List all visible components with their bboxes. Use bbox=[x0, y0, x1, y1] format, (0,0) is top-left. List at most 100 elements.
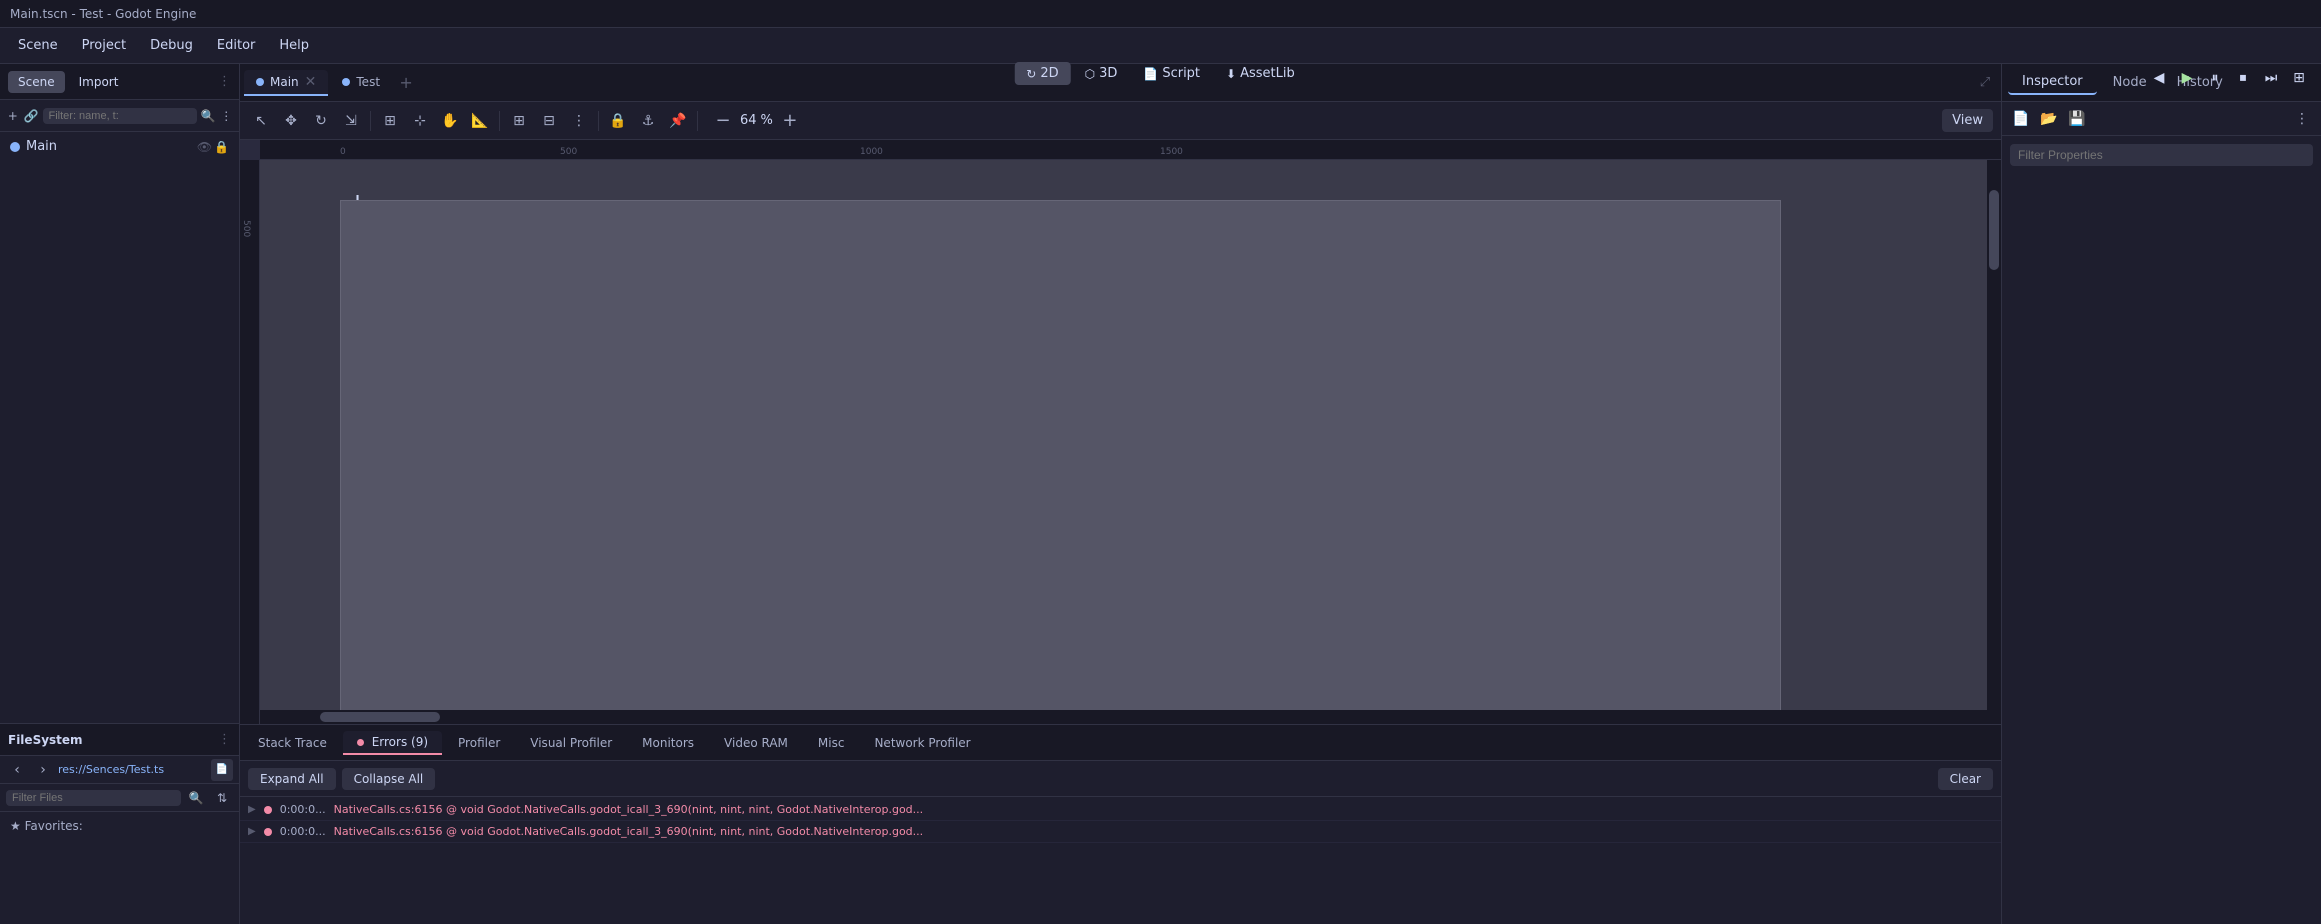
fs-search-icon[interactable]: 🔍 bbox=[185, 787, 207, 809]
canvas-area: 0 500 1000 1500 500 ✛ bbox=[240, 140, 2001, 724]
tab-misc[interactable]: Misc bbox=[804, 732, 859, 754]
add-tab-btn[interactable]: + bbox=[394, 71, 418, 95]
test-tab-dot bbox=[342, 78, 350, 86]
scene-content[interactable] bbox=[340, 200, 1781, 714]
scrollbar-vertical[interactable] bbox=[1987, 160, 2001, 724]
snap-grid-btn[interactable]: ⊞ bbox=[377, 108, 403, 134]
visibility-icon[interactable]: 👁 bbox=[197, 140, 212, 154]
mode-2d-btn[interactable]: ↻ 2D bbox=[1014, 62, 1070, 85]
tree-item-main[interactable]: Main 👁 🔒 bbox=[4, 136, 235, 157]
error-dot-0 bbox=[264, 806, 272, 814]
scene-panel: Scene Import ⋮ + 🔗 🔍 ⋮ Main 👁 🔒 bbox=[0, 64, 239, 724]
scale-tool-btn[interactable]: ⇲ bbox=[338, 108, 364, 134]
pan-tool-btn[interactable]: ✋ bbox=[437, 108, 463, 134]
tab-test[interactable]: Test bbox=[330, 71, 392, 95]
mode-3d-btn[interactable]: ⬡ 3D bbox=[1073, 62, 1130, 85]
ruler-tool-btn[interactable]: 📐 bbox=[467, 108, 493, 134]
menu-help[interactable]: Help bbox=[269, 34, 319, 57]
menu-editor[interactable]: Editor bbox=[207, 34, 265, 57]
mode-assetlib-btn[interactable]: ⬇ AssetLib bbox=[1214, 62, 1307, 85]
main-tab-close[interactable]: ✕ bbox=[305, 74, 317, 90]
toolbar-sep-3 bbox=[598, 111, 599, 131]
expand-all-btn[interactable]: Expand All bbox=[248, 768, 336, 790]
tab-main[interactable]: Main ✕ bbox=[244, 70, 328, 96]
menu-scene[interactable]: Scene bbox=[8, 34, 68, 57]
tab-monitors[interactable]: Monitors bbox=[628, 732, 708, 754]
prev-btn[interactable]: ◀ bbox=[2147, 66, 2171, 90]
group-btn[interactable]: ⊞ bbox=[506, 108, 532, 134]
anchor-btn[interactable]: ⚓ bbox=[635, 108, 661, 134]
move-tool-btn[interactable]: ✥ bbox=[278, 108, 304, 134]
more-btn[interactable]: ⋮ bbox=[566, 108, 592, 134]
zoom-out-btn[interactable]: − bbox=[710, 108, 736, 134]
scene-filter-input[interactable] bbox=[43, 108, 197, 124]
tab-import[interactable]: Import bbox=[69, 71, 129, 93]
link-btn[interactable]: 🔗 bbox=[24, 105, 39, 127]
scrollbar-horizontal[interactable] bbox=[260, 710, 1987, 724]
scrollbar-h-thumb[interactable] bbox=[320, 712, 440, 722]
clear-btn[interactable]: Clear bbox=[1938, 768, 1993, 790]
tab-video-ram[interactable]: Video RAM bbox=[710, 732, 802, 754]
transform-btn[interactable]: ⊹ bbox=[407, 108, 433, 134]
filter-properties-input[interactable] bbox=[2010, 144, 2313, 166]
fs-filter: 🔍 ⇅ bbox=[0, 784, 239, 812]
canvas-viewport[interactable]: ✛ bbox=[260, 160, 2001, 724]
fs-header: FileSystem ⋮ bbox=[0, 724, 239, 756]
rotate-tool-btn[interactable]: ↻ bbox=[308, 108, 334, 134]
fs-nav: ‹ › res://Sences/Test.ts 📄 bbox=[0, 756, 239, 784]
fs-forward-btn[interactable]: › bbox=[32, 759, 54, 781]
inspector-toolbar: 📄 📂 💾 ⋮ bbox=[2002, 102, 2321, 136]
select-tool-btn[interactable]: ↖ bbox=[248, 108, 274, 134]
tab-visual-profiler[interactable]: Visual Profiler bbox=[516, 732, 626, 754]
scene-options-btn[interactable]: ⋮ bbox=[219, 105, 233, 127]
fs-file-icon[interactable]: 📄 bbox=[211, 759, 233, 781]
fs-menu-btn[interactable]: ⋮ bbox=[218, 732, 231, 747]
insp-more-icon[interactable]: ⋮ bbox=[2291, 108, 2313, 130]
error-row-0[interactable]: ▶ 0:00:0... NativeCalls.cs:6156 @ void G… bbox=[240, 799, 2001, 821]
editor-toolbar: ↖ ✥ ↻ ⇲ ⊞ ⊹ ✋ 📐 ⊞ ⊟ ⋮ 🔒 ⚓ 📌 − 64 % + Vi bbox=[240, 102, 2001, 140]
lock-btn[interactable]: 🔒 bbox=[605, 108, 631, 134]
new-scene-icon[interactable]: 📄 bbox=[2010, 108, 2032, 130]
fs-sort-icon[interactable]: ⇅ bbox=[211, 787, 233, 809]
window-btn[interactable]: ⊞ bbox=[2287, 66, 2311, 90]
tab-network-profiler[interactable]: Network Profiler bbox=[860, 732, 984, 754]
main-node-dot bbox=[10, 142, 20, 152]
tab-errors[interactable]: Errors (9) bbox=[343, 731, 442, 755]
collapse-all-btn[interactable]: Collapse All bbox=[342, 768, 436, 790]
open-scene-icon[interactable]: 📂 bbox=[2038, 108, 2060, 130]
menu-debug[interactable]: Debug bbox=[140, 34, 203, 57]
tab-expand-btn[interactable]: ⤢ bbox=[1973, 71, 1997, 95]
scrollbar-v-thumb[interactable] bbox=[1989, 190, 1999, 270]
mode-script-btn[interactable]: 📄 Script bbox=[1131, 62, 1212, 85]
pin-btn[interactable]: 📌 bbox=[665, 108, 691, 134]
title-text: Main.tscn - Test - Godot Engine bbox=[10, 7, 196, 21]
save-scene-icon[interactable]: 💾 bbox=[2066, 108, 2088, 130]
scene-panel-menu[interactable]: ⋮ bbox=[218, 74, 231, 89]
stop-btn[interactable]: ⏹ bbox=[2231, 66, 2255, 90]
bottom-toolbar: Expand All Collapse All Clear bbox=[240, 761, 2001, 797]
play-btn[interactable]: ▶ bbox=[2175, 66, 2199, 90]
tab-profiler[interactable]: Profiler bbox=[444, 732, 514, 754]
next-btn[interactable]: ⏭ bbox=[2259, 66, 2283, 90]
error-expand-1[interactable]: ▶ bbox=[248, 826, 256, 837]
pause-btn[interactable]: ⏸ bbox=[2203, 66, 2227, 90]
scene-panel-header: Scene Import ⋮ bbox=[0, 64, 239, 100]
lock-icon[interactable]: 🔒 bbox=[214, 140, 229, 154]
align-btn[interactable]: ⊟ bbox=[536, 108, 562, 134]
zoom-in-btn[interactable]: + bbox=[777, 108, 803, 134]
cube-icon: ⬡ bbox=[1085, 67, 1095, 81]
error-expand-0[interactable]: ▶ bbox=[248, 804, 256, 815]
menu-project[interactable]: Project bbox=[72, 34, 136, 57]
search-icon[interactable]: 🔍 bbox=[201, 105, 216, 127]
tick-v-500: 500 bbox=[241, 220, 251, 237]
tab-stack-trace[interactable]: Stack Trace bbox=[244, 732, 341, 754]
fs-back-btn[interactable]: ‹ bbox=[6, 759, 28, 781]
error-row-1[interactable]: ▶ 0:00:0... NativeCalls.cs:6156 @ void G… bbox=[240, 821, 2001, 843]
view-btn[interactable]: View bbox=[1942, 109, 1993, 132]
scene-toolbar: + 🔗 🔍 ⋮ bbox=[0, 100, 239, 132]
add-node-btn[interactable]: + bbox=[6, 105, 20, 127]
tab-inspector[interactable]: Inspector bbox=[2008, 70, 2097, 95]
tab-scene[interactable]: Scene bbox=[8, 71, 65, 93]
title-bar: Main.tscn - Test - Godot Engine bbox=[0, 0, 2321, 28]
fs-filter-input[interactable] bbox=[6, 790, 181, 806]
